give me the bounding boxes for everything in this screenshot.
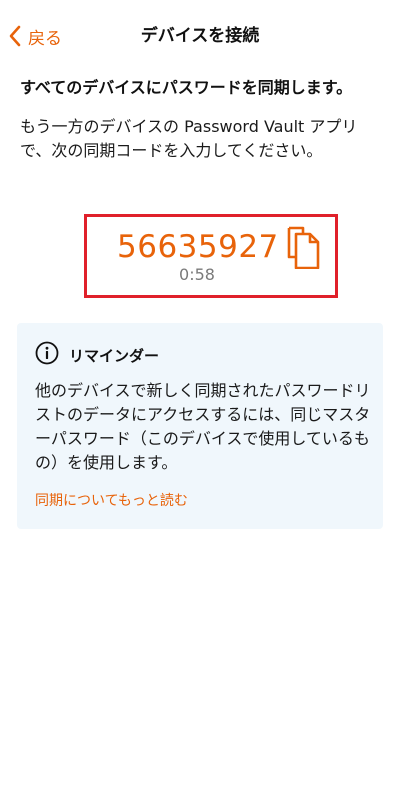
sync-heading: すべてのデバイスにパスワードを同期します。 [20,78,353,97]
reminder-card: リマインダー 他のデバイスで新しく同期されたパスワードリストのデータにアクセスす… [17,323,383,529]
learn-more-link[interactable]: 同期についてもっと読む [35,491,188,511]
sync-code-box: 56635927 0:58 [84,214,338,298]
copy-icon [285,226,321,273]
navigation-bar: 戻る デバイスを接続 [0,0,400,70]
connect-device-screen: 戻る デバイスを接続 すべてのデバイスにパスワードを同期します。 もう一方のデバ… [0,0,400,800]
info-icon [35,341,59,369]
sync-code: 56635927 [117,229,279,265]
copy-code-button[interactable] [285,225,321,270]
reminder-title: リマインダー [69,346,160,365]
reminder-header: リマインダー [35,341,160,369]
sync-instruction: もう一方のデバイスの Password Vault アプリで、次の同期コードを入… [20,117,358,160]
reminder-body: 他のデバイスで新しく同期されたパスワードリストのデータにアクセスするには、同じマ… [35,381,371,472]
page-title: デバイスを接続 [140,26,260,46]
countdown-timer: 0:58 [179,265,215,284]
